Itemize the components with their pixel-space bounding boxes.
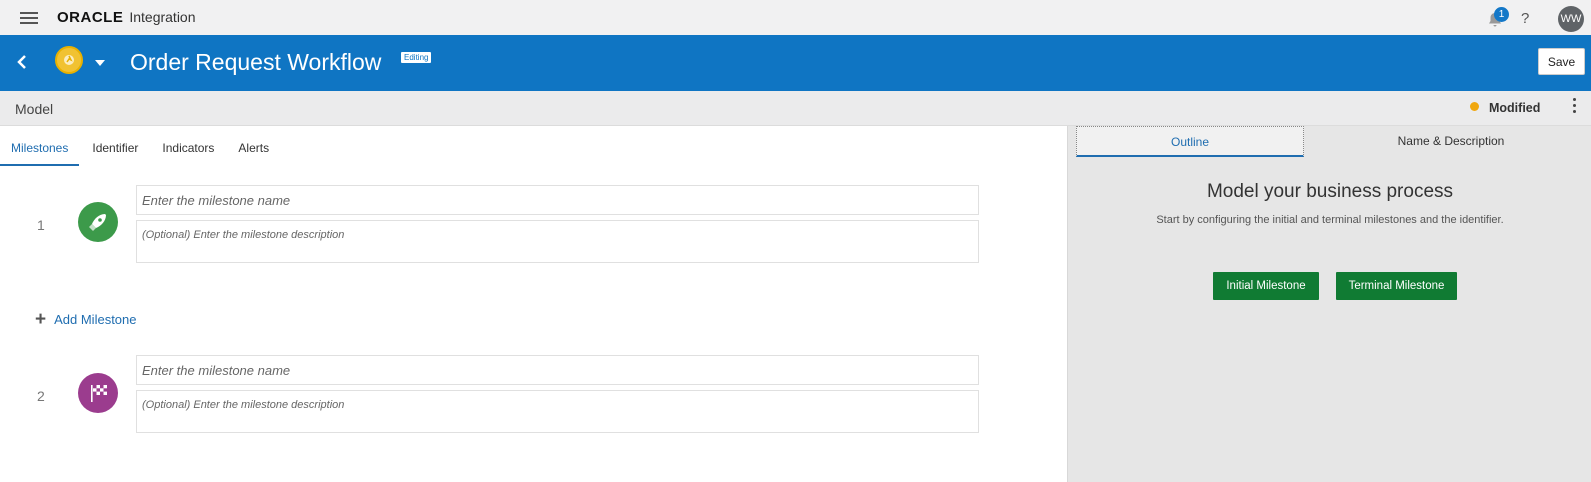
brand-name: ORACLE — [57, 9, 124, 26]
milestone-description-input[interactable] — [136, 390, 979, 433]
status-label: Modified — [1489, 101, 1541, 115]
milestone-number: 1 — [37, 217, 45, 233]
panel-subtext: Start by configuring the initial and ter… — [1156, 214, 1504, 226]
page-title: Order Request Workflow — [130, 49, 382, 75]
process-status-icon[interactable] — [55, 46, 83, 74]
add-milestone-button[interactable]: + Add Milestone — [35, 310, 137, 329]
checkered-flag-icon — [78, 373, 118, 413]
milestone-number: 2 — [37, 388, 45, 404]
user-avatar[interactable]: WW — [1558, 6, 1584, 32]
panel-heading: Model your business process — [1206, 181, 1454, 202]
terminal-milestone-button[interactable]: Terminal Milestone — [1336, 272, 1457, 300]
process-header: Order Request Workflow Editing Save — [0, 35, 1591, 91]
notification-count-badge: 1 — [1494, 7, 1509, 22]
outline-panel: Outline Name & Description Model your bu… — [1067, 126, 1591, 482]
rocket-icon — [78, 202, 118, 242]
more-options-icon[interactable] — [1571, 98, 1577, 114]
top-bar: ORACLE Integration 1 ? WW — [0, 0, 1591, 35]
tab-alerts[interactable]: Alerts — [226, 141, 281, 166]
tab-identifier[interactable]: Identifier — [79, 141, 150, 166]
tab-milestones[interactable]: Milestones — [0, 141, 80, 166]
tab-indicators[interactable]: Indicators — [150, 141, 226, 166]
process-menu-chevron-down-icon[interactable] — [95, 60, 105, 66]
product-name: Integration — [129, 9, 196, 25]
initial-milestone-button[interactable]: Initial Milestone — [1213, 272, 1319, 300]
save-button[interactable]: Save — [1538, 48, 1585, 75]
tab-outline[interactable]: Outline — [1076, 126, 1304, 157]
plus-icon: + — [35, 309, 47, 330]
model-bar: Model Modified — [0, 91, 1591, 126]
help-icon[interactable]: ? — [1521, 10, 1529, 27]
milestone-name-input[interactable] — [136, 355, 979, 385]
brand-logo: ORACLE Integration — [57, 9, 196, 26]
model-tabs: Milestones Identifier Indicators Alerts — [0, 141, 281, 166]
back-arrow-icon[interactable] — [12, 52, 32, 72]
milestone-description-input[interactable] — [136, 220, 979, 263]
hamburger-menu-icon[interactable] — [20, 12, 38, 24]
section-title: Model — [15, 101, 54, 117]
tab-name-description[interactable]: Name & Description — [1304, 126, 1591, 157]
status-dot-icon — [1470, 102, 1479, 111]
add-milestone-label: Add Milestone — [54, 312, 137, 327]
editing-badge: Editing — [401, 52, 432, 63]
milestone-name-input[interactable] — [136, 185, 979, 215]
